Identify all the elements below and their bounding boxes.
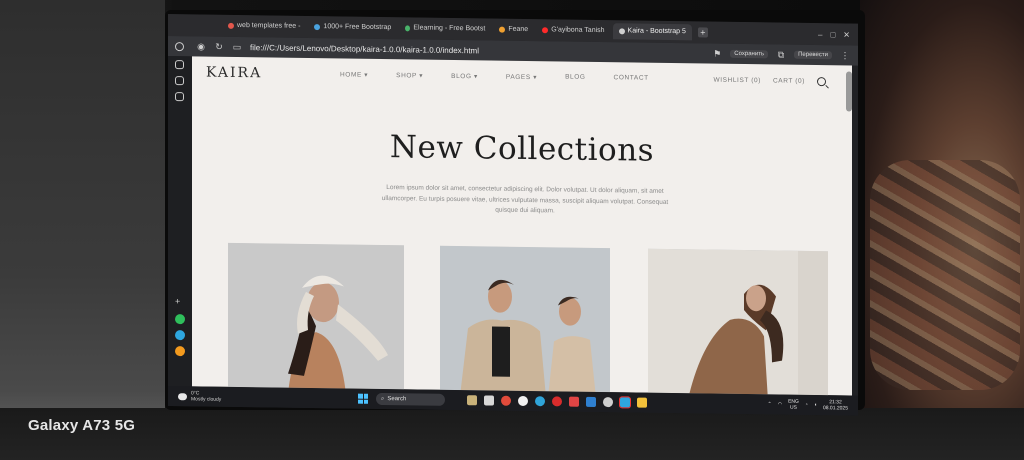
save-button[interactable]: Сохранить — [730, 49, 769, 59]
whatsapp-icon[interactable] — [175, 314, 185, 325]
bookmarks-icon[interactable] — [175, 60, 184, 70]
browser-tab[interactable]: Elearning - Free Bootst — [399, 20, 491, 37]
weather-text: 0°C Mostly cloudy — [191, 390, 222, 403]
models-pair-image — [440, 245, 610, 396]
tab-favicon-icon — [618, 28, 625, 35]
hero-description: Lorem ipsum dolor sit amet, consectetur … — [381, 184, 669, 215]
taskbar-search[interactable]: ⌕ Search — [376, 392, 445, 406]
page-scrollbar[interactable] — [846, 71, 852, 112]
background-left — [0, 0, 165, 460]
app-red-icon[interactable] — [569, 396, 579, 407]
collection-card-image[interactable] — [648, 248, 828, 396]
window-controls: – □ ✕ — [818, 30, 858, 40]
app-dark-icon[interactable] — [603, 397, 613, 408]
laptop-screen: web templates free - 1000+ Free Bootstra… — [168, 14, 858, 416]
menu-item-blog-dropdown[interactable]: BLOG ▾ — [451, 72, 478, 80]
opera-icon[interactable] — [552, 396, 562, 407]
cart-link[interactable]: CART (0) — [773, 77, 805, 84]
extensions-icon[interactable]: ⧉ — [776, 49, 786, 60]
browser-tab[interactable]: G'ayibona Tanish — [536, 22, 610, 39]
language-indicator[interactable]: ENG US — [788, 399, 799, 411]
weather-widget[interactable]: 0°C Mostly cloudy — [168, 390, 338, 404]
browser-tab[interactable]: Feane — [493, 22, 534, 39]
history-icon[interactable] — [175, 42, 184, 52]
add-panel-icon[interactable]: + — [175, 296, 185, 306]
wishlist-link[interactable]: WISHLIST (0) — [713, 77, 761, 85]
bookmark-icon[interactable]: ⚑ — [712, 48, 722, 59]
browser-sidebar: + — [168, 42, 192, 387]
menu-icon[interactable]: ⋮ — [840, 50, 850, 61]
system-tray: ⌃ ◠ ENG US ◔ ◖ 21:32 08.01.2025 — [767, 398, 858, 412]
edge-icon[interactable] — [535, 396, 545, 407]
task-view-icon[interactable] — [484, 395, 494, 406]
nav-actions: WISHLIST (0) CART (0) — [713, 76, 826, 87]
menu-item-shop[interactable]: SHOP ▾ — [396, 71, 423, 79]
menu-item-home[interactable]: HOME ▾ — [340, 70, 368, 78]
chrome-icon[interactable] — [501, 395, 511, 406]
telegram-taskbar-icon[interactable] — [619, 396, 631, 409]
vscode-icon[interactable] — [586, 396, 596, 407]
browser-tab-active[interactable]: Kaira - Bootstrap 5 — [612, 23, 692, 41]
volume-icon[interactable]: ◖ — [814, 402, 817, 408]
new-tab-button[interactable]: + — [697, 27, 708, 38]
downloads-icon[interactable] — [175, 76, 184, 86]
collection-card-image[interactable] — [228, 242, 404, 396]
translate-button[interactable]: Перевести — [794, 50, 832, 60]
collection-card-image[interactable] — [440, 245, 610, 396]
tab-favicon-icon — [405, 25, 411, 32]
url-field[interactable]: file:///C:/Users/Lenovo/Desktop/kaira-1.… — [250, 43, 479, 55]
wifi-icon[interactable]: ◔ — [805, 402, 808, 408]
tray-network-icon[interactable]: ◠ — [778, 402, 782, 408]
background-right — [860, 0, 1024, 410]
maximize-icon[interactable]: □ — [830, 30, 835, 39]
desk-surface — [0, 408, 1024, 460]
model-hat-image — [228, 242, 404, 396]
widgets-app-icon[interactable] — [467, 395, 477, 406]
file-explorer-icon[interactable] — [637, 397, 647, 408]
telegram-icon[interactable] — [175, 330, 185, 341]
close-icon[interactable]: ✕ — [843, 30, 850, 39]
menu-item-contact[interactable]: CONTACT — [614, 74, 649, 82]
tab-favicon-icon — [314, 24, 321, 31]
notes-icon[interactable] — [175, 92, 184, 102]
rug-pattern — [870, 160, 1020, 390]
menu-item-pages[interactable]: PAGES ▾ — [506, 73, 537, 81]
file-icon: ▭ — [232, 41, 242, 52]
magnifier-icon: ⌕ — [381, 395, 385, 402]
tab-favicon-icon — [499, 26, 506, 33]
tab-favicon-icon — [228, 22, 234, 29]
device-watermark: Galaxy A73 5G — [28, 417, 136, 434]
search-icon[interactable] — [817, 77, 826, 87]
hero-title: New Collections — [389, 129, 655, 169]
windows-start-icon[interactable] — [358, 393, 368, 404]
app-orange-icon[interactable] — [175, 346, 185, 357]
tab-favicon-icon — [542, 27, 549, 34]
tray-chevron-icon[interactable]: ⌃ — [767, 401, 771, 407]
web-page: KAIRA HOME ▾ SHOP ▾ BLOG ▾ PAGES ▾ BLOG … — [192, 56, 852, 396]
main-menu: HOME ▾ SHOP ▾ BLOG ▾ PAGES ▾ BLOG CONTAC… — [340, 70, 649, 82]
clock[interactable]: 21:32 08.01.2025 — [823, 399, 848, 411]
site-logo[interactable]: KAIRA — [206, 65, 262, 82]
menu-item-blog[interactable]: BLOG — [565, 74, 585, 82]
browser-tab[interactable]: 1000+ Free Bootstrap — [308, 19, 397, 36]
cloud-icon — [178, 392, 187, 400]
model-trench-image — [648, 248, 828, 396]
browser-tab[interactable]: web templates free - — [222, 18, 306, 35]
minimize-icon[interactable]: – — [818, 30, 822, 39]
yandex-icon[interactable] — [518, 395, 528, 407]
profile-icon[interactable]: ◉ — [196, 41, 206, 52]
reload-icon[interactable]: ↻ — [214, 41, 224, 52]
